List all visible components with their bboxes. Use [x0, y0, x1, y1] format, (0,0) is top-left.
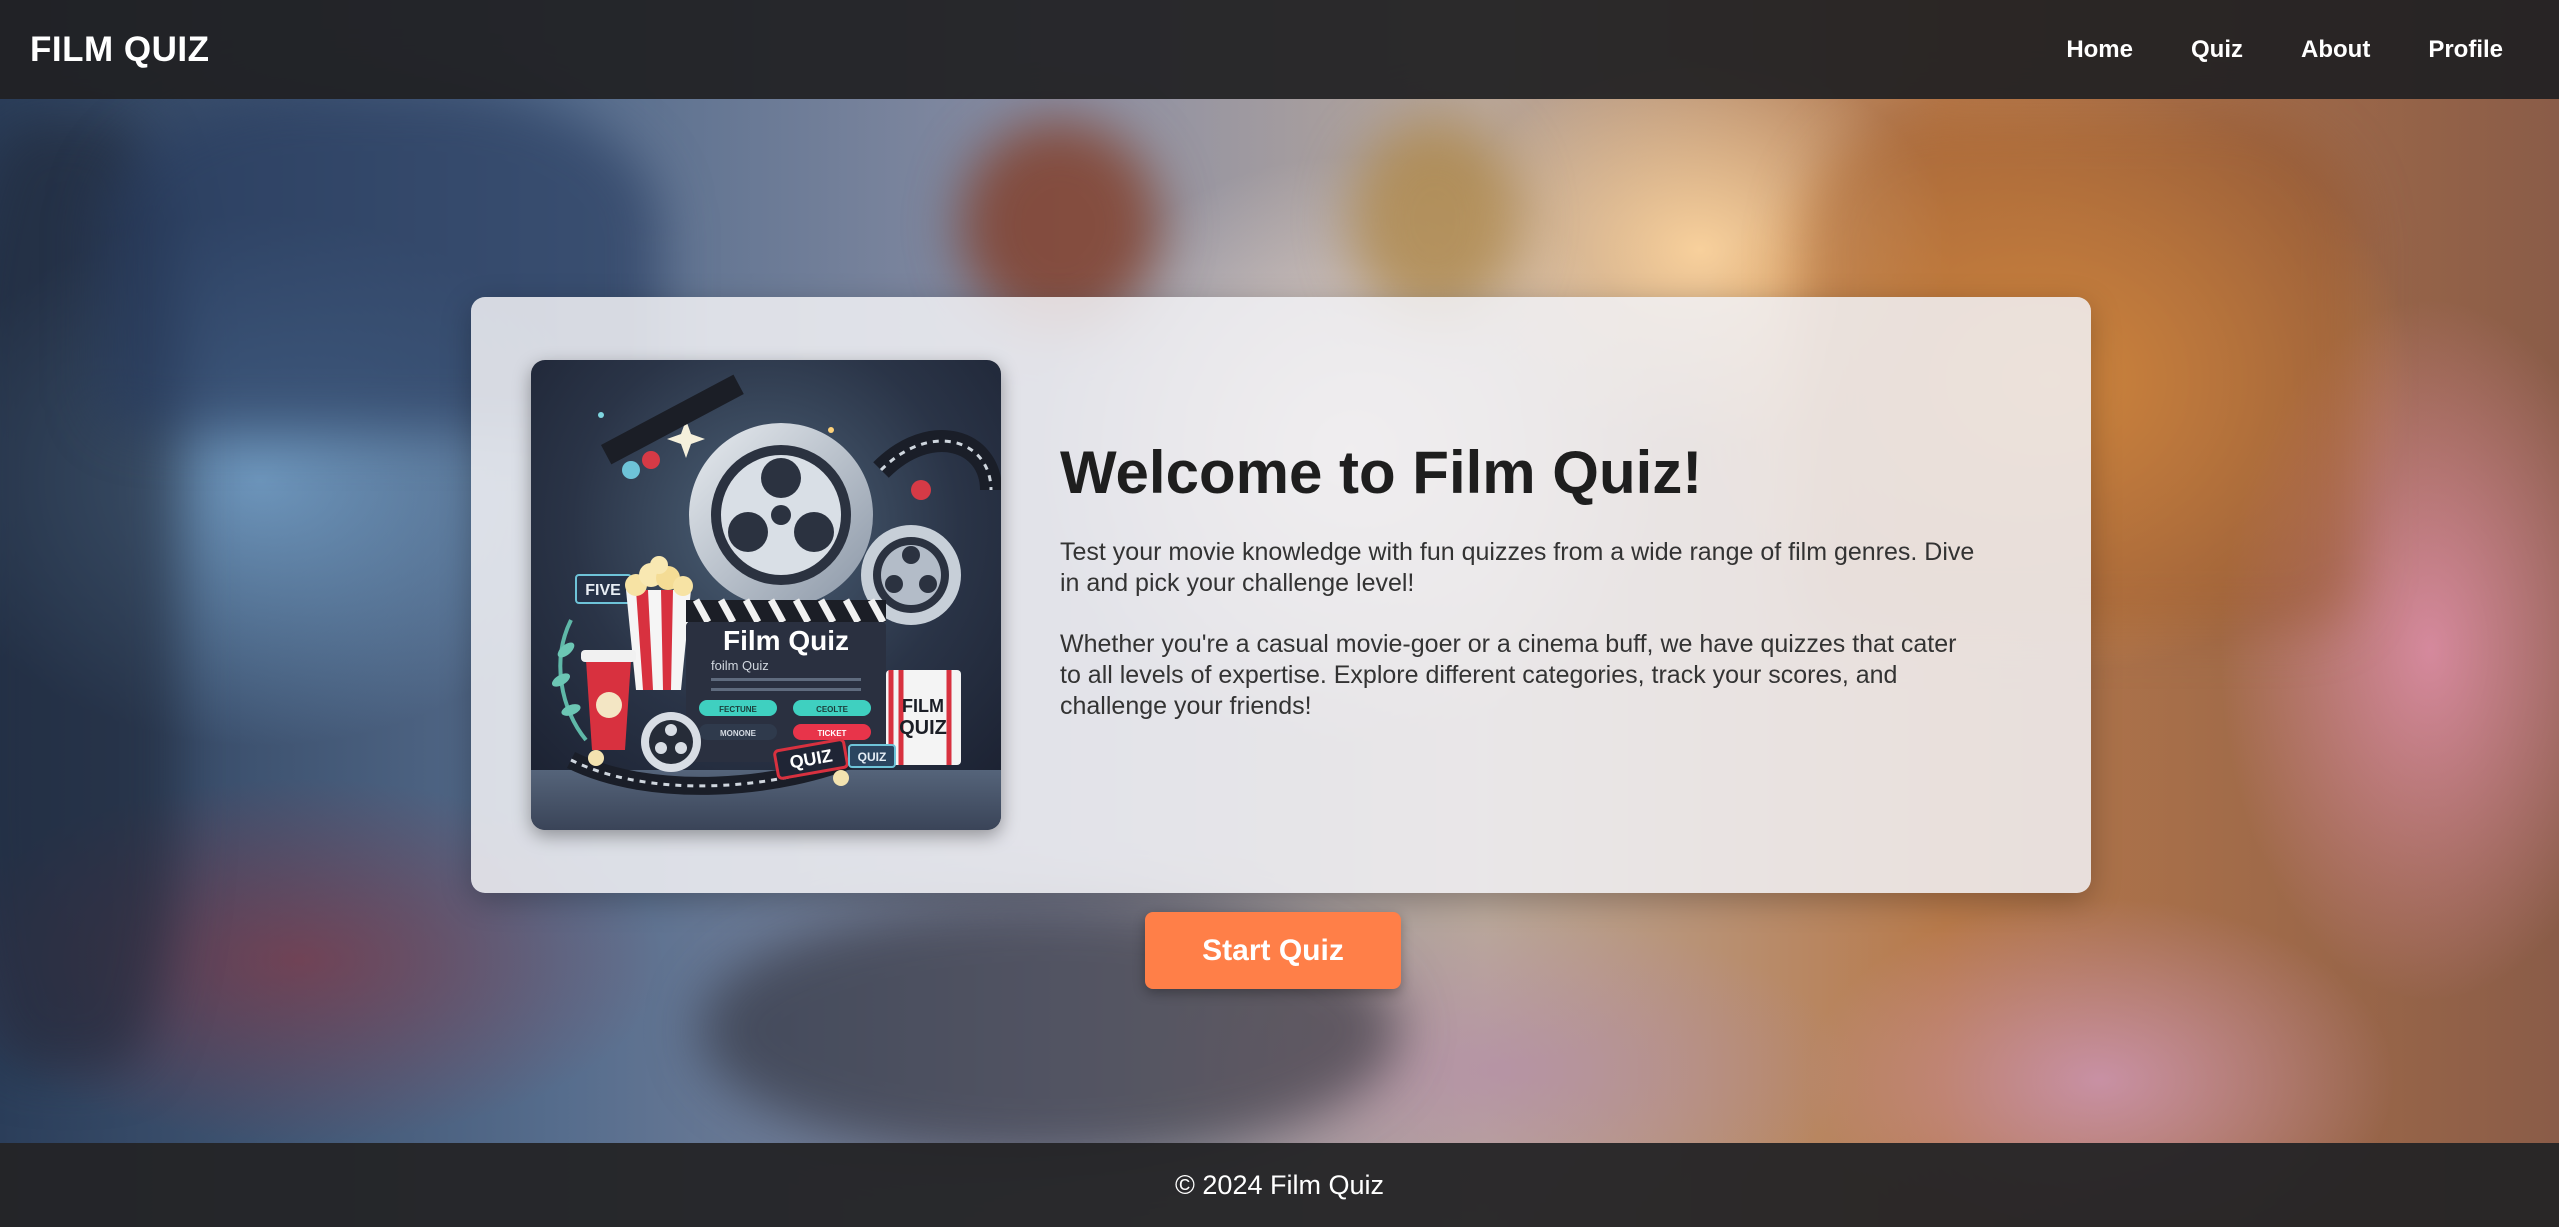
nav-profile-link[interactable]: Profile — [2399, 36, 2529, 64]
intro-paragraph: Test your movie knowledge with fun quizz… — [1060, 538, 1975, 597]
illustration-title: Film Quiz — [723, 625, 849, 656]
page-footer: © 2024 Film Quiz — [0, 1143, 2559, 1227]
illustration-box-line1: FILM — [902, 696, 944, 716]
copyright-text: © 2024 Film Quiz — [1175, 1169, 1384, 1200]
illustration-btn-4: TICKET — [818, 729, 847, 738]
nav-about-link[interactable]: About — [2272, 36, 2399, 64]
nav-quiz-link[interactable]: Quiz — [2162, 36, 2272, 64]
illustration-quiz-small: QUIZ — [858, 750, 887, 764]
brand-logo-link[interactable]: FILM QUIZ — [30, 30, 209, 70]
page-title: Welcome to Film Quiz! — [1060, 439, 1703, 506]
illustration-btn-2: CEOLTE — [816, 705, 849, 714]
details-paragraph: Whether you're a casual movie-goer or a … — [1060, 630, 1957, 720]
five-sign: FIVE — [585, 582, 621, 599]
illustration-box-line2: QUIZ — [899, 717, 947, 739]
illustration-btn-1: FECTUNE — [719, 705, 757, 714]
main-nav: Home Quiz About Profile — [2037, 0, 2529, 99]
start-quiz-button[interactable]: Start Quiz — [1145, 912, 1401, 989]
film-quiz-illustration: FIVE Film Quiz foilm Quiz FECTUNE CEOLTE… — [531, 360, 1001, 830]
illustration-btn-3: MONONE — [720, 729, 757, 738]
illustration-subtitle: foilm Quiz — [711, 658, 769, 673]
welcome-text-block: Welcome to Film Quiz! Test your movie kn… — [1060, 438, 1980, 752]
top-nav-bar: FILM QUIZ Home Quiz About Profile — [0, 0, 2559, 99]
welcome-card: FIVE Film Quiz foilm Quiz FECTUNE CEOLTE… — [471, 297, 2091, 893]
nav-home-link[interactable]: Home — [2037, 36, 2162, 64]
